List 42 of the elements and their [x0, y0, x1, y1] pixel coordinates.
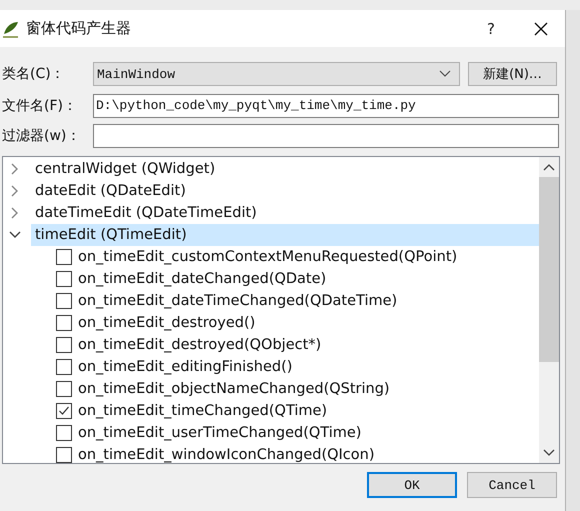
field-label: 过滤器(w)：: [2, 127, 82, 145]
scroll-down-icon[interactable]: [543, 449, 555, 457]
help-button[interactable]: ?: [481, 20, 501, 38]
close-icon: [534, 22, 548, 36]
checkbox[interactable]: [56, 425, 72, 441]
checkbox[interactable]: [56, 315, 72, 331]
field-label: 类名(C)：: [2, 65, 66, 83]
tree-item[interactable]: dateEdit (QDateEdit): [31, 180, 539, 202]
checkbox[interactable]: [56, 447, 72, 463]
window-title: 窗体代码产生器: [26, 19, 131, 38]
class-name-dropdown[interactable]: MainWindow: [93, 62, 460, 86]
signal-item[interactable]: on_timeEdit_objectNameChanged(QString): [78, 381, 390, 397]
signal-item[interactable]: on_timeEdit_timeChanged(QTime): [78, 403, 328, 419]
signal-item[interactable]: on_timeEdit_editingFinished(): [78, 359, 292, 375]
signal-item[interactable]: on_timeEdit_destroyed(QObject*): [78, 337, 322, 353]
checkbox[interactable]: [56, 381, 72, 397]
scrollbar[interactable]: [539, 157, 559, 463]
tree-item[interactable]: centralWidget (QWidget): [31, 158, 539, 180]
signal-item[interactable]: on_timeEdit_dateTimeChanged(QDateTime): [78, 293, 398, 309]
checkbox[interactable]: [56, 271, 72, 287]
signal-item[interactable]: on_timeEdit_destroyed(): [78, 315, 256, 331]
signal-item[interactable]: on_timeEdit_customContextMenuRequested(QPoint): [78, 249, 458, 265]
leaf-icon: [2, 20, 20, 38]
new-button[interactable]: 新建(N)…: [468, 62, 557, 86]
scroll-up-icon[interactable]: [543, 163, 555, 171]
caret-icon: [439, 70, 451, 78]
input-field[interactable]: [93, 124, 559, 148]
checkbox[interactable]: [56, 403, 72, 419]
checkbox[interactable]: [56, 359, 72, 375]
tree-item[interactable]: timeEdit (QTimeEdit): [31, 224, 539, 246]
field-label: 文件名(F)：: [2, 97, 78, 115]
checkbox[interactable]: [56, 293, 72, 309]
checkbox[interactable]: [56, 249, 72, 265]
ok-button[interactable]: OK: [367, 472, 457, 498]
signal-item[interactable]: on_timeEdit_dateChanged(QDate): [78, 271, 326, 287]
scrollbar-thumb[interactable]: [539, 177, 559, 362]
signal-item[interactable]: on_timeEdit_userTimeChanged(QTime): [78, 425, 362, 441]
checkbox[interactable]: [56, 337, 72, 353]
tree-item[interactable]: dateTimeEdit (QDateTimeEdit): [31, 202, 539, 224]
signal-item[interactable]: on_timeEdit_windowIconChanged(QIcon): [78, 447, 374, 463]
input-field[interactable]: D:\python_code\my_pyqt\my_time\my_time.py: [93, 94, 559, 118]
cancel-button[interactable]: Cancel: [467, 472, 557, 498]
